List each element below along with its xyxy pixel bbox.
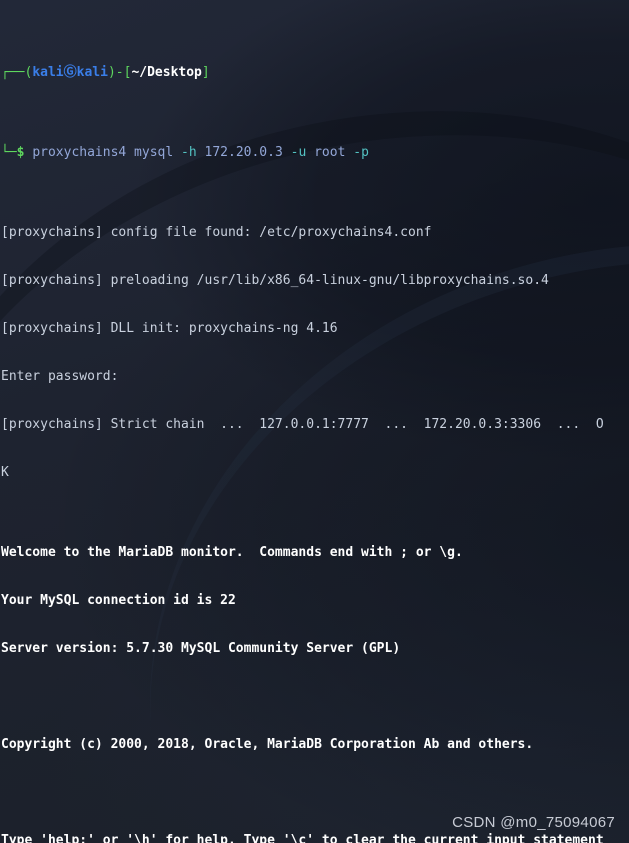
terminal-screen[interactable]: ┌──(kaliⒼkali)-[~/Desktop] └─$ proxychai… xyxy=(0,0,629,843)
command-flag-u: -u xyxy=(290,145,307,160)
command-program: proxychains4 mysql xyxy=(32,145,174,160)
prompt-close-paren: ) xyxy=(107,65,116,80)
password-prompt: Enter password: xyxy=(1,369,119,384)
prompt-line-top: ┌──(kaliⒼkali)-[~/Desktop] xyxy=(1,65,629,81)
prompt-dash: - xyxy=(115,65,124,80)
prompt-host: kali xyxy=(76,65,108,80)
command-host-arg: 172.20.0.3 xyxy=(204,145,283,160)
banner-blank xyxy=(1,689,629,705)
prompt-cwd: ~/Desktop xyxy=(131,65,202,80)
prompt-bracket-close: ] xyxy=(201,65,210,80)
command-flag-h: -h xyxy=(181,145,197,160)
prompt-corner-bottom-icon: └─ xyxy=(1,145,17,160)
terminal-window[interactable]: ┌──(kaliⒼkali)-[~/Desktop] └─$ proxychai… xyxy=(0,0,629,843)
output-line: [proxychains] Strict chain ... 127.0.0.1… xyxy=(1,417,604,432)
space-4 xyxy=(283,145,291,160)
output-line: [proxychains] preloading /usr/lib/x86_64… xyxy=(1,273,549,288)
csdn-watermark: CSDN @m0_75094067 xyxy=(452,814,615,831)
command-line[interactable]: └─$ proxychains4 mysql -h 172.20.0.3 -u … xyxy=(1,145,629,161)
space-2 xyxy=(173,145,181,160)
banner-blank xyxy=(1,785,629,801)
banner-line: Server version: 5.7.30 MySQL Community S… xyxy=(1,641,401,656)
banner-copyright: Copyright (c) 2000, 2018, Oracle, MariaD… xyxy=(1,737,534,752)
banner-line: Welcome to the MariaDB monitor. Commands… xyxy=(1,545,463,560)
space-5 xyxy=(306,145,314,160)
space-3 xyxy=(197,145,205,160)
banner-help: Type 'help;' or '\h' for help. Type '\c'… xyxy=(1,833,604,843)
output-line: [proxychains] DLL init: proxychains-ng 4… xyxy=(1,321,338,336)
command-user-arg: root xyxy=(314,145,346,160)
prompt-corner-top-icon: ┌── xyxy=(1,65,25,80)
output-line: K xyxy=(1,465,9,480)
command-flag-p: -p xyxy=(353,145,369,160)
kali-dragon-icon: Ⓖ xyxy=(63,65,77,80)
output-line: [proxychains] config file found: /etc/pr… xyxy=(1,225,432,240)
banner-line: Your MySQL connection id is 22 xyxy=(1,593,236,608)
prompt-user: kali xyxy=(32,65,64,80)
